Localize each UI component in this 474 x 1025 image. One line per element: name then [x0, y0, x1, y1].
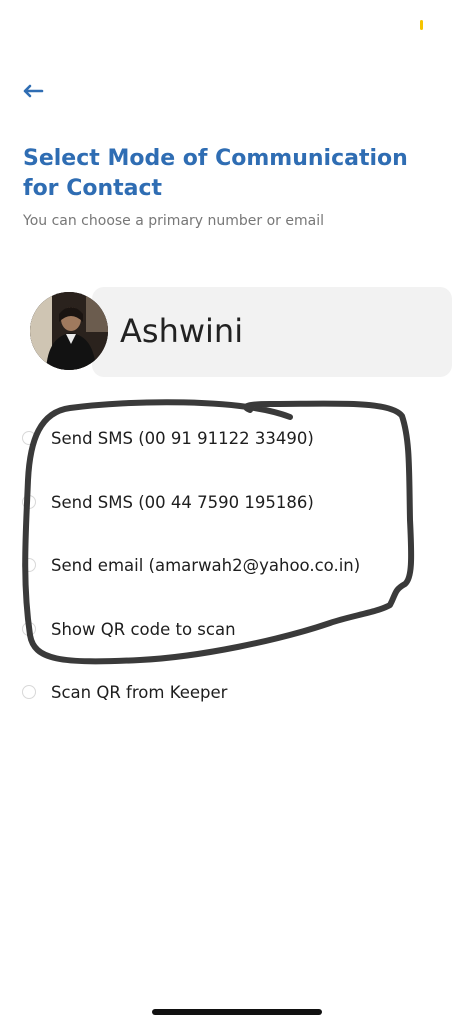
back-button[interactable]	[20, 78, 46, 104]
option-sms-india[interactable]: Send SMS (00 91 91122 33490)	[22, 423, 314, 453]
option-show-qr[interactable]: Show QR code to scan	[22, 614, 236, 644]
radio-button[interactable]	[22, 495, 36, 509]
option-scan-qr[interactable]: Scan QR from Keeper	[22, 677, 227, 707]
page-title: Select Mode of Communication for Contact	[23, 146, 408, 201]
avatar	[30, 292, 108, 370]
arrow-left-icon	[23, 84, 44, 98]
option-sms-uk[interactable]: Send SMS (00 44 7590 195186)	[22, 487, 314, 517]
option-label: Send email (amarwah2@yahoo.co.in)	[51, 555, 361, 575]
status-indicator	[420, 20, 423, 30]
radio-button[interactable]	[22, 431, 36, 445]
radio-button[interactable]	[22, 622, 36, 636]
option-label: Scan QR from Keeper	[51, 682, 228, 702]
radio-button[interactable]	[22, 685, 36, 699]
option-label: Send SMS (00 44 7590 195186)	[51, 492, 314, 512]
avatar-photo-icon	[30, 292, 108, 370]
option-email[interactable]: Send email (amarwah2@yahoo.co.in)	[22, 550, 360, 580]
contact-name: Ashwini	[120, 312, 244, 350]
page-subtitle: You can choose a primary number or email	[23, 213, 324, 229]
home-indicator	[152, 1009, 322, 1015]
radio-button[interactable]	[22, 558, 36, 572]
option-label: Show QR code to scan	[51, 619, 236, 639]
option-label: Send SMS (00 91 91122 33490)	[51, 428, 314, 448]
